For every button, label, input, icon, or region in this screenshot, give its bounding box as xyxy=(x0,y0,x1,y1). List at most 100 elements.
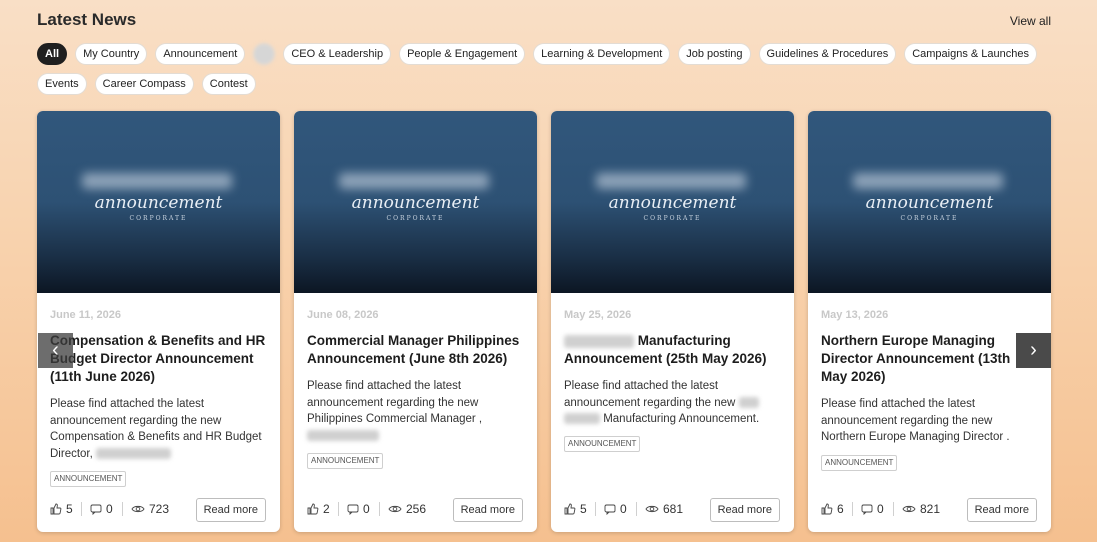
thumbs-up-icon xyxy=(50,503,62,515)
news-card[interactable]: announcement CORPORATE May 25, 2026 Manu… xyxy=(551,111,794,532)
thumbnail-text: announcement xyxy=(865,193,994,213)
card-tag[interactable]: ANNOUNCEMENT xyxy=(50,471,127,487)
like-count: 6 xyxy=(837,502,844,516)
card-description: Please find attached the latest announce… xyxy=(821,398,1010,443)
card-description: Please find attached the latest announce… xyxy=(307,378,525,444)
filter-chip-job-posting[interactable]: Job posting xyxy=(678,43,751,65)
card-tag[interactable]: ANNOUNCEMENT xyxy=(307,453,384,469)
thumbnail-subtext: CORPORATE xyxy=(129,215,188,222)
filter-chip-my-country[interactable]: My Country xyxy=(75,43,148,65)
view-stat: 681 xyxy=(645,502,683,516)
redacted-logo xyxy=(853,173,1003,189)
carousel-prev-button[interactable]: ‹ xyxy=(38,333,73,368)
comment-stat[interactable]: 0 xyxy=(604,502,627,516)
card-title[interactable]: Compensation & Benefits and HR Budget Di… xyxy=(50,332,268,386)
card-date: June 11, 2026 xyxy=(50,309,121,321)
filter-chips: All My Country Announcement CEO & Leader… xyxy=(37,43,1037,103)
like-count: 2 xyxy=(323,502,330,516)
carousel-next-button[interactable]: › xyxy=(1016,333,1051,368)
thumbnail-text: announcement xyxy=(351,193,480,213)
like-stat[interactable]: 6 xyxy=(821,502,844,516)
thumbnail-subtext: CORPORATE xyxy=(900,215,959,222)
news-card[interactable]: announcement CORPORATE May 13, 2026 Nort… xyxy=(808,111,1051,532)
view-count: 723 xyxy=(149,502,170,516)
filter-chip-guidelines-procedures[interactable]: Guidelines & Procedures xyxy=(758,43,897,65)
comment-icon xyxy=(90,504,102,515)
card-date: May 13, 2026 xyxy=(821,309,889,321)
thumbs-up-icon xyxy=(307,503,319,515)
news-card[interactable]: announcement CORPORATE June 11, 2026 Com… xyxy=(37,111,280,532)
eye-icon xyxy=(388,505,402,513)
thumbnail-text: announcement xyxy=(608,193,737,213)
eye-icon xyxy=(131,505,145,513)
read-more-button[interactable]: Read more xyxy=(709,498,780,522)
view-stat: 723 xyxy=(131,502,169,516)
card-title[interactable]: Commercial Manager Philippines Announcem… xyxy=(307,332,525,368)
comment-count: 0 xyxy=(363,502,370,516)
eye-icon xyxy=(645,505,659,513)
comment-stat[interactable]: 0 xyxy=(861,502,884,516)
card-title[interactable]: Northern Europe Managing Director Announ… xyxy=(821,332,1039,386)
card-date: June 08, 2026 xyxy=(307,309,379,321)
filter-chip-campaigns-launches[interactable]: Campaigns & Launches xyxy=(904,43,1037,65)
card-thumbnail[interactable]: announcement CORPORATE xyxy=(37,111,280,293)
card-thumbnail[interactable]: announcement CORPORATE xyxy=(808,111,1051,293)
news-cards: announcement CORPORATE June 11, 2026 Com… xyxy=(37,111,1051,532)
like-stat[interactable]: 2 xyxy=(307,502,330,516)
card-footer: 6 0 821 Read more xyxy=(821,498,1037,522)
thumbnail-text: announcement xyxy=(94,193,223,213)
like-count: 5 xyxy=(580,502,587,516)
comment-count: 0 xyxy=(877,502,884,516)
card-date: May 25, 2026 xyxy=(564,309,632,321)
card-description: Please find attached the latest announce… xyxy=(50,398,262,460)
like-stat[interactable]: 5 xyxy=(564,502,587,516)
thumbnail-subtext: CORPORATE xyxy=(643,215,702,222)
card-title[interactable]: Manufacturing Announcement (25th May 202… xyxy=(564,332,782,368)
view-count: 681 xyxy=(663,502,684,516)
card-footer: 5 0 681 Read more xyxy=(564,498,780,522)
chevron-right-icon: › xyxy=(1030,339,1037,361)
like-stat[interactable]: 5 xyxy=(50,502,73,516)
thumbnail-subtext: CORPORATE xyxy=(386,215,445,222)
thumbs-up-icon xyxy=(821,503,833,515)
card-thumbnail[interactable]: announcement CORPORATE xyxy=(294,111,537,293)
filter-chip-learning-development[interactable]: Learning & Development xyxy=(533,43,671,65)
redacted-logo xyxy=(82,173,232,189)
view-stat: 256 xyxy=(388,502,426,516)
view-count: 821 xyxy=(920,502,941,516)
filter-chip-career-compass[interactable]: Career Compass xyxy=(94,73,194,95)
view-count: 256 xyxy=(406,502,427,516)
comment-count: 0 xyxy=(106,502,113,516)
card-tag[interactable]: ANNOUNCEMENT xyxy=(564,436,641,452)
view-stat: 821 xyxy=(902,502,940,516)
filter-chip-ceo-leadership[interactable]: CEO & Leadership xyxy=(283,43,392,65)
news-card[interactable]: announcement CORPORATE June 08, 2026 Com… xyxy=(294,111,537,532)
filter-chip-redacted[interactable] xyxy=(253,43,276,65)
filter-chip-contest[interactable]: Contest xyxy=(201,73,256,95)
section-title: Latest News xyxy=(37,10,137,29)
card-footer: 5 0 723 Read more xyxy=(50,498,266,522)
chevron-left-icon: ‹ xyxy=(52,339,59,361)
card-tag[interactable]: ANNOUNCEMENT xyxy=(821,455,898,471)
filter-chip-all[interactable]: All xyxy=(37,43,68,65)
view-all-link[interactable]: View all xyxy=(1010,14,1051,28)
filter-chip-people-engagement[interactable]: People & Engagement xyxy=(399,43,526,65)
redacted-logo xyxy=(596,173,746,189)
redacted-logo xyxy=(339,173,489,189)
read-more-button[interactable]: Read more xyxy=(452,498,523,522)
news-header: Latest News View all xyxy=(37,10,1051,32)
filter-chip-announcement[interactable]: Announcement xyxy=(155,43,246,65)
card-description: Please find attached the latest announce… xyxy=(564,380,760,425)
comment-stat[interactable]: 0 xyxy=(90,502,113,516)
read-more-button[interactable]: Read more xyxy=(195,498,266,522)
comment-icon xyxy=(347,504,359,515)
eye-icon xyxy=(902,505,916,513)
comment-icon xyxy=(861,504,873,515)
like-count: 5 xyxy=(66,502,73,516)
card-thumbnail[interactable]: announcement CORPORATE xyxy=(551,111,794,293)
filter-chip-events[interactable]: Events xyxy=(37,73,87,95)
read-more-button[interactable]: Read more xyxy=(966,498,1037,522)
thumbs-up-icon xyxy=(564,503,576,515)
card-footer: 2 0 256 Read more xyxy=(307,498,523,522)
comment-stat[interactable]: 0 xyxy=(347,502,370,516)
